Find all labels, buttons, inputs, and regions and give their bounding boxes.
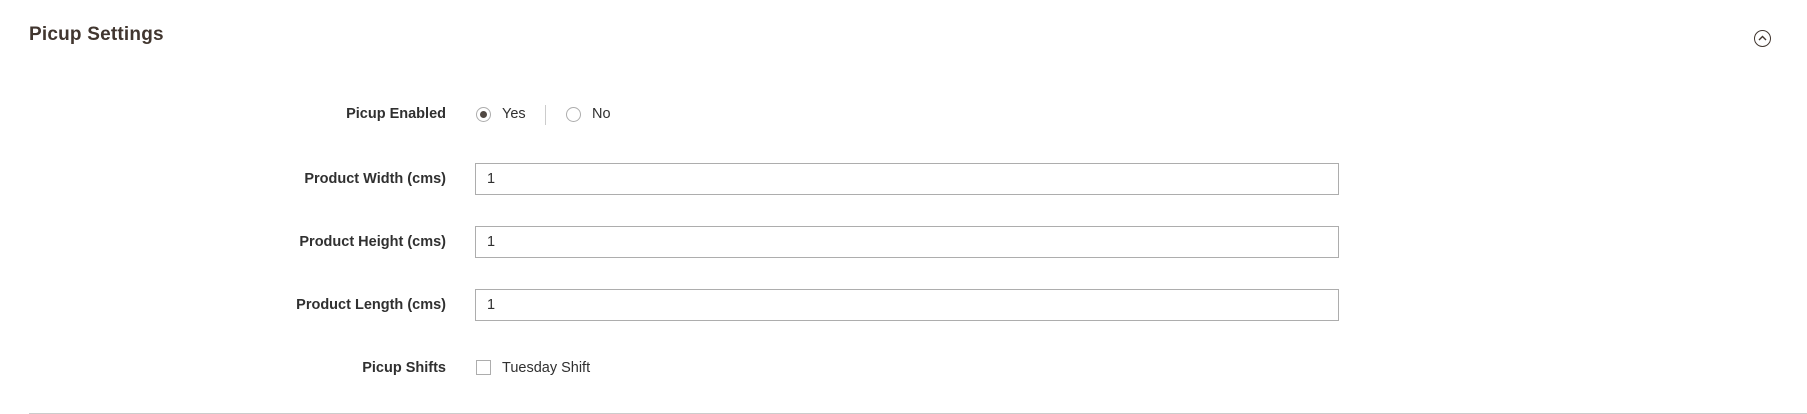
picup-shifts-label: Picup Shifts — [362, 360, 446, 376]
chevron-up-icon — [1758, 35, 1767, 41]
picup-enabled-no-label[interactable]: No — [592, 106, 611, 122]
product-length-input[interactable] — [475, 289, 1339, 321]
product-length-label: Product Length (cms) — [296, 297, 446, 313]
tuesday-shift-checkbox[interactable] — [476, 360, 491, 375]
picup-enabled-yes-radio[interactable] — [476, 107, 491, 122]
radio-divider — [545, 105, 546, 125]
picup-enabled-yes-label[interactable]: Yes — [502, 106, 526, 122]
product-height-label: Product Height (cms) — [299, 234, 446, 250]
product-height-input[interactable] — [475, 226, 1339, 258]
tuesday-shift-label[interactable]: Tuesday Shift — [502, 360, 590, 376]
collapse-section-button[interactable] — [1754, 30, 1771, 47]
section-title[interactable]: Picup Settings — [29, 24, 164, 46]
product-width-input[interactable] — [475, 163, 1339, 195]
picup-enabled-no-radio[interactable] — [566, 107, 581, 122]
product-width-label: Product Width (cms) — [304, 171, 446, 187]
picup-enabled-label: Picup Enabled — [346, 106, 446, 122]
